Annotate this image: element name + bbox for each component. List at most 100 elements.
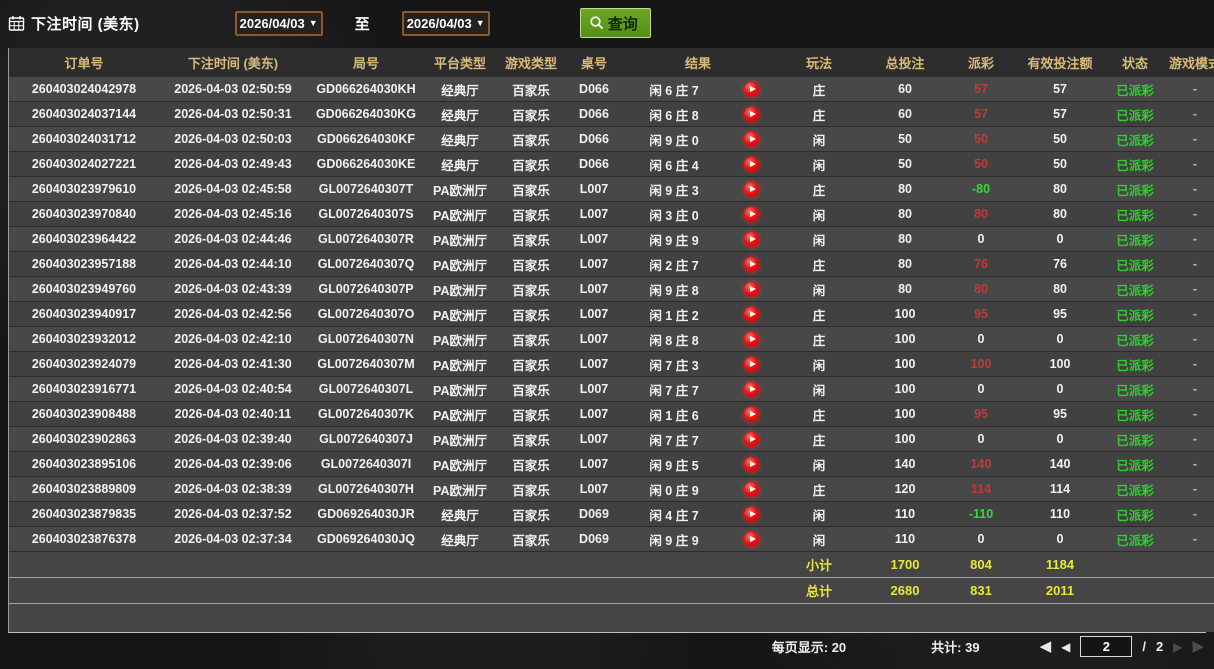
- status: 已派彩: [1105, 352, 1165, 377]
- play-circle-icon[interactable]: [744, 282, 759, 297]
- records-table-container: 订单号 下注时间 (美东) 局号 平台类型 游戏类型 桌号 结果 玩法 总投注 …: [8, 48, 1206, 633]
- table-number: L007: [567, 227, 621, 252]
- play-circle-icon[interactable]: [744, 257, 759, 272]
- table-row: 2604030239708402026-04-03 02:45:16GL0072…: [9, 202, 1214, 227]
- play-type: 庄: [775, 252, 863, 277]
- platform-type: PA欧洲厅: [425, 227, 495, 252]
- valid-bet: 57: [1015, 77, 1105, 102]
- bet-time: 2026-04-03 02:44:46: [159, 227, 307, 252]
- status: 已派彩: [1105, 452, 1165, 477]
- play-type: 闲: [775, 377, 863, 402]
- status: 已派彩: [1105, 252, 1165, 277]
- game-type: 百家乐: [495, 502, 567, 527]
- payout: -80: [947, 177, 1015, 202]
- play-type: 闲: [775, 452, 863, 477]
- play-circle-icon[interactable]: [744, 307, 759, 322]
- play-circle-icon[interactable]: [744, 532, 759, 547]
- col-header-game-mode: 游戏模式: [1165, 48, 1214, 77]
- result: 闲 6 庄 8: [621, 102, 727, 127]
- game-type: 百家乐: [495, 77, 567, 102]
- play-circle-icon[interactable]: [744, 82, 759, 97]
- date-to-select[interactable]: 2026/04/03 ▼: [402, 11, 490, 36]
- col-header-total-bet: 总投注: [863, 48, 947, 77]
- valid-bet: 50: [1015, 127, 1105, 152]
- play-circle-icon[interactable]: [744, 482, 759, 497]
- col-header-play-type: 玩法: [775, 48, 863, 77]
- valid-bet: 114: [1015, 477, 1105, 502]
- pager-controls: ◀ ◀ / 2 ▶ ▶: [1040, 636, 1204, 657]
- round-number: GL0072640307J: [307, 427, 425, 452]
- round-number: GL0072640307N: [307, 327, 425, 352]
- total-bet: 100: [863, 302, 947, 327]
- subtotal-row: 小计 1700 804 1184: [9, 552, 1214, 578]
- payout: 140: [947, 452, 1015, 477]
- game-type: 百家乐: [495, 252, 567, 277]
- round-number: GL0072640307K: [307, 402, 425, 427]
- payout: 114: [947, 477, 1015, 502]
- table-row: 2604030239084882026-04-03 02:40:11GL0072…: [9, 402, 1214, 427]
- bet-time: 2026-04-03 02:50:31: [159, 102, 307, 127]
- play-circle-icon[interactable]: [744, 107, 759, 122]
- play-circle-icon[interactable]: [744, 407, 759, 422]
- next-page-button[interactable]: ▶: [1173, 641, 1182, 653]
- game-type: 百家乐: [495, 402, 567, 427]
- video-cell: [727, 177, 775, 202]
- game-type: 百家乐: [495, 202, 567, 227]
- table-row: 2604030240272212026-04-03 02:49:43GD0662…: [9, 152, 1214, 177]
- platform-type: PA欧洲厅: [425, 202, 495, 227]
- game-type: 百家乐: [495, 127, 567, 152]
- play-circle-icon[interactable]: [744, 457, 759, 472]
- play-circle-icon[interactable]: [744, 207, 759, 222]
- play-type: 闲: [775, 352, 863, 377]
- table-row: 2604030240429782026-04-03 02:50:59GD0662…: [9, 77, 1214, 102]
- valid-bet: 0: [1015, 527, 1105, 552]
- order-number: 260403023879835: [9, 502, 159, 527]
- grand-total-total-bet: 2680: [863, 578, 947, 604]
- play-circle-icon[interactable]: [744, 132, 759, 147]
- play-circle-icon[interactable]: [744, 507, 759, 522]
- search-button[interactable]: 查询: [580, 8, 651, 38]
- order-number: 260403023932012: [9, 327, 159, 352]
- play-circle-icon[interactable]: [744, 432, 759, 447]
- first-page-button[interactable]: ◀: [1040, 639, 1052, 654]
- prev-page-button[interactable]: ◀: [1061, 641, 1070, 653]
- round-number: GL0072640307M: [307, 352, 425, 377]
- play-circle-icon[interactable]: [744, 232, 759, 247]
- round-number: GL0072640307O: [307, 302, 425, 327]
- total-bet: 80: [863, 252, 947, 277]
- bet-time: 2026-04-03 02:42:10: [159, 327, 307, 352]
- order-number: 260403023949760: [9, 277, 159, 302]
- game-mode: -: [1165, 152, 1214, 177]
- page-separator: /: [1142, 639, 1146, 654]
- play-circle-icon[interactable]: [744, 157, 759, 172]
- play-circle-icon[interactable]: [744, 332, 759, 347]
- bet-records-table: 订单号 下注时间 (美东) 局号 平台类型 游戏类型 桌号 结果 玩法 总投注 …: [9, 48, 1214, 632]
- valid-bet: 110: [1015, 502, 1105, 527]
- payout: -110: [947, 502, 1015, 527]
- search-button-label: 查询: [608, 13, 638, 34]
- play-circle-icon[interactable]: [744, 182, 759, 197]
- play-circle-icon[interactable]: [744, 357, 759, 372]
- play-circle-icon[interactable]: [744, 382, 759, 397]
- last-page-button[interactable]: ▶: [1192, 639, 1204, 654]
- platform-type: PA欧洲厅: [425, 252, 495, 277]
- game-mode: -: [1165, 502, 1214, 527]
- platform-type: PA欧洲厅: [425, 352, 495, 377]
- game-mode: -: [1165, 77, 1214, 102]
- col-header-valid-bet: 有效投注额: [1015, 48, 1105, 77]
- date-from-select[interactable]: 2026/04/03 ▼: [235, 11, 323, 36]
- payout: 50: [947, 152, 1015, 177]
- order-number: 260403024027221: [9, 152, 159, 177]
- payout: 80: [947, 202, 1015, 227]
- order-number: 260403024042978: [9, 77, 159, 102]
- result: 闲 9 庄 9: [621, 227, 727, 252]
- bet-time: 2026-04-03 02:50:59: [159, 77, 307, 102]
- game-type: 百家乐: [495, 452, 567, 477]
- table-number: L007: [567, 402, 621, 427]
- page-number-input[interactable]: [1080, 636, 1132, 657]
- platform-type: 经典厅: [425, 527, 495, 552]
- status: 已派彩: [1105, 102, 1165, 127]
- round-number: GL0072640307T: [307, 177, 425, 202]
- game-mode: -: [1165, 327, 1214, 352]
- total-bet: 100: [863, 427, 947, 452]
